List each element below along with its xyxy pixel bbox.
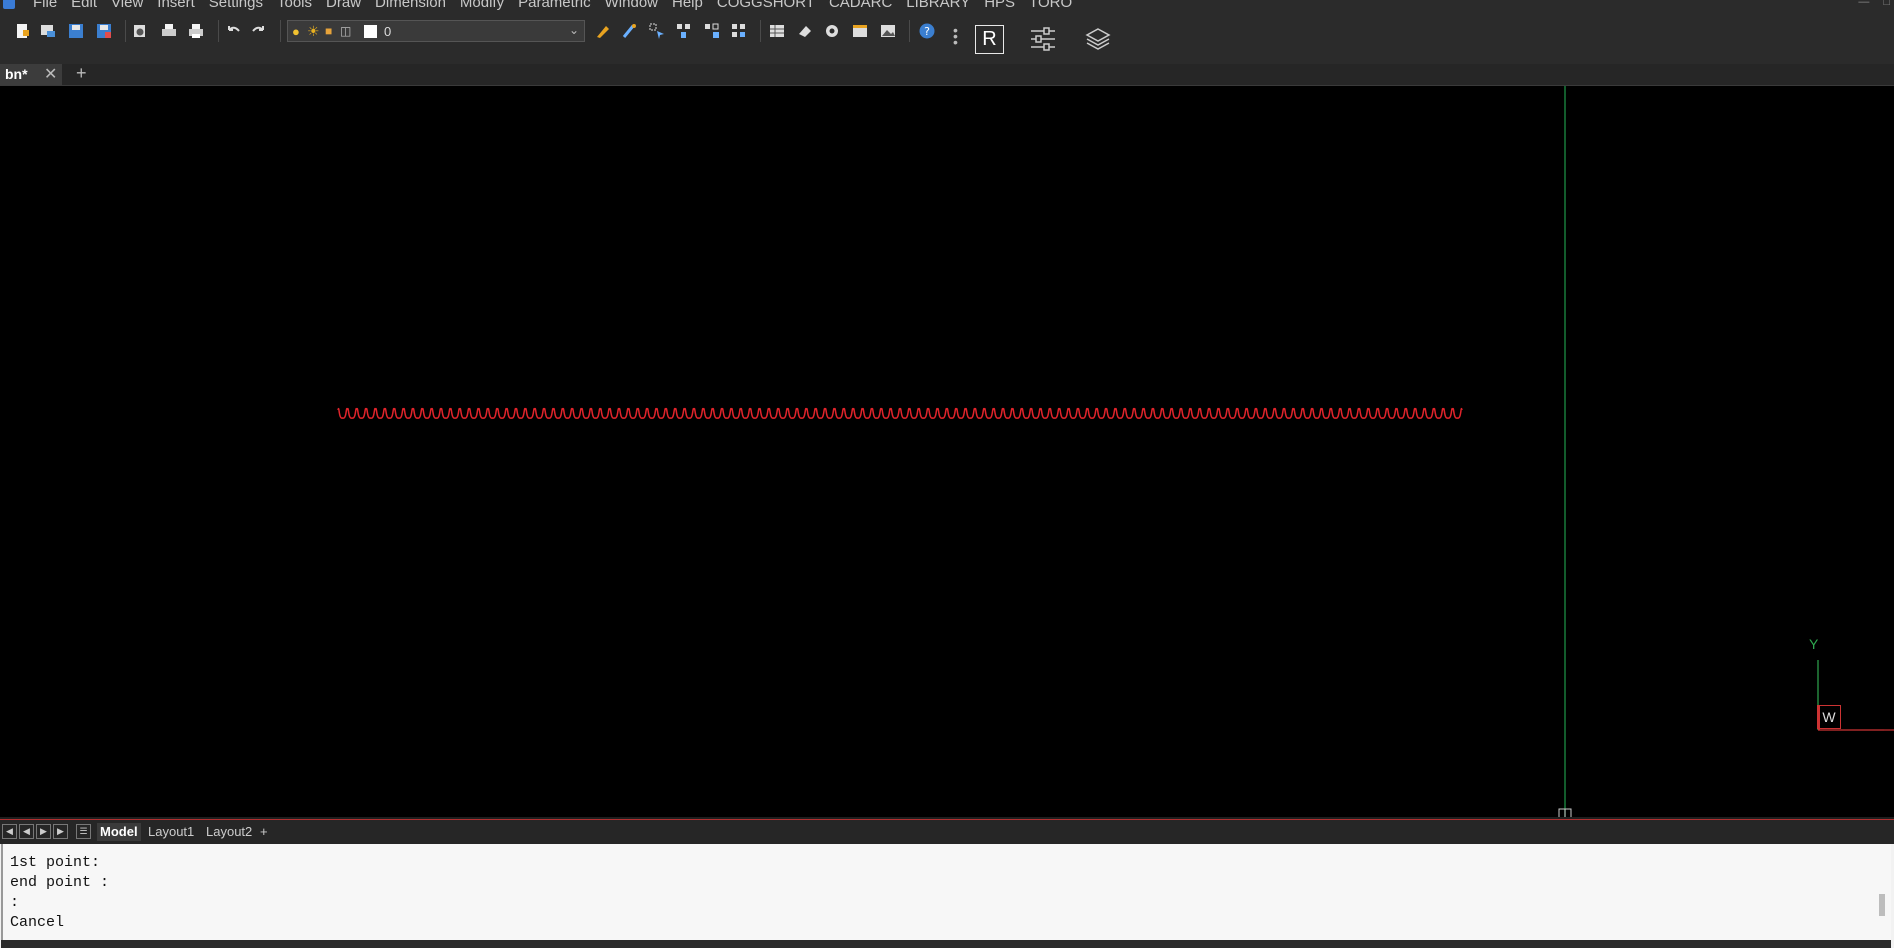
menu-bar: File Edit View Insert Settings Tools Dra… bbox=[0, 0, 1894, 13]
maximize-icon[interactable]: □ bbox=[1883, 0, 1890, 8]
save-as-icon[interactable] bbox=[95, 22, 113, 40]
match-properties-icon[interactable] bbox=[621, 22, 639, 40]
next-layout-icon[interactable]: ▶ bbox=[36, 824, 51, 839]
table-icon[interactable] bbox=[768, 22, 786, 40]
layout-list-icon[interactable]: ☰ bbox=[76, 824, 91, 839]
menu-file[interactable]: File bbox=[26, 0, 64, 11]
ucs-y-label: Y bbox=[1809, 636, 1819, 652]
menu-modify[interactable]: Modify bbox=[453, 0, 511, 11]
tab-layout2[interactable]: Layout2 bbox=[203, 823, 255, 841]
command-panel: ​ 1st point: end point : : Cancel bbox=[0, 844, 1894, 948]
select-all-icon[interactable] bbox=[730, 22, 748, 40]
layer-name: 0 bbox=[384, 24, 392, 39]
menu-items: File Edit View Insert Settings Tools Dra… bbox=[26, 0, 1079, 11]
menu-help[interactable]: Help bbox=[665, 0, 710, 11]
close-icon[interactable]: ✕ bbox=[44, 64, 57, 84]
layer-on-icon[interactable]: ● bbox=[292, 24, 300, 39]
menu-cadarc[interactable]: CADARC bbox=[822, 0, 899, 11]
layer-plot-icon[interactable]: ◫ bbox=[340, 24, 351, 38]
toolbar-separator bbox=[909, 20, 910, 42]
quick-select-icon[interactable] bbox=[648, 22, 666, 40]
wave-polyline[interactable] bbox=[337, 407, 1463, 419]
document-tab[interactable]: bn* ✕ bbox=[0, 64, 62, 85]
minimize-icon[interactable]: — bbox=[1858, 0, 1869, 8]
menu-window[interactable]: Window bbox=[598, 0, 665, 11]
print-preview-icon[interactable] bbox=[131, 22, 149, 40]
help-icon[interactable]: ? bbox=[918, 22, 936, 40]
toolbar-separator bbox=[218, 20, 219, 42]
menu-settings[interactable]: Settings bbox=[202, 0, 270, 11]
menu-insert[interactable]: Insert bbox=[150, 0, 202, 11]
redo-icon[interactable] bbox=[250, 22, 268, 40]
layer-lock-icon[interactable]: ■ bbox=[325, 24, 332, 38]
menu-toro[interactable]: TORO bbox=[1022, 0, 1079, 11]
chevron-down-icon[interactable]: ⌄ bbox=[569, 23, 579, 37]
menu-parametric[interactable]: Parametric bbox=[511, 0, 598, 11]
last-layout-icon[interactable]: ▶ bbox=[53, 824, 68, 839]
ucs-world-label: W bbox=[1817, 705, 1841, 729]
layer-freeze-icon[interactable]: ☀ bbox=[307, 23, 320, 40]
menu-tools[interactable]: Tools bbox=[270, 0, 319, 11]
first-layout-icon[interactable]: ◀ bbox=[2, 824, 17, 839]
layout-tab-bar: ◀ ◀ ▶ ▶ ☰ Model Layout1 Layout2 + bbox=[0, 819, 1894, 844]
command-input[interactable] bbox=[1, 940, 1891, 948]
document-tab-bar: bn* ✕ + bbox=[0, 63, 1894, 86]
svg-text:?: ? bbox=[924, 25, 930, 38]
menu-draw[interactable]: Draw bbox=[319, 0, 368, 11]
layer-dropdown[interactable]: ● ☀ ■ ◫ 0 ⌄ bbox=[287, 20, 585, 42]
command-line-1: 1st point: bbox=[10, 854, 101, 871]
menu-edit[interactable]: Edit bbox=[64, 0, 104, 11]
command-line-2: end point : bbox=[10, 874, 110, 891]
menu-coggshort[interactable]: COGGSHORT bbox=[710, 0, 822, 11]
tab-model[interactable]: Model bbox=[97, 823, 141, 841]
menu-library[interactable]: LIBRARY bbox=[899, 0, 977, 11]
drawing-canvas[interactable]: Y W bbox=[0, 86, 1894, 817]
image-icon[interactable] bbox=[879, 22, 897, 40]
add-layout-button[interactable]: + bbox=[257, 823, 271, 841]
layer-properties-icon[interactable] bbox=[594, 22, 612, 40]
tab-layout1[interactable]: Layout1 bbox=[145, 823, 197, 841]
select-previous-icon[interactable] bbox=[703, 22, 721, 40]
save-icon[interactable] bbox=[67, 22, 85, 40]
plot-icon[interactable] bbox=[187, 22, 205, 40]
open-icon[interactable] bbox=[39, 22, 57, 40]
previous-layout-icon[interactable]: ◀ bbox=[19, 824, 34, 839]
print-icon[interactable] bbox=[160, 22, 178, 40]
toolbar-separator bbox=[760, 20, 761, 42]
layers-icon[interactable] bbox=[1085, 26, 1111, 55]
menu-view[interactable]: View bbox=[104, 0, 150, 11]
select-similar-icon[interactable] bbox=[675, 22, 693, 40]
undo-icon[interactable] bbox=[224, 22, 242, 40]
command-line-3: : bbox=[10, 894, 20, 911]
toolbar-separator bbox=[280, 20, 281, 42]
document-tab-label: bn* bbox=[5, 66, 28, 82]
properties-icon[interactable] bbox=[851, 22, 869, 40]
new-drawing-icon[interactable] bbox=[13, 22, 31, 40]
menu-hps[interactable]: HPS bbox=[977, 0, 1022, 11]
command-history[interactable]: ​ 1st point: end point : : Cancel bbox=[1, 844, 1891, 940]
layer-color-swatch[interactable] bbox=[364, 25, 377, 38]
gear-icon[interactable] bbox=[823, 22, 841, 40]
command-line-4: Cancel bbox=[10, 914, 65, 931]
window-controls: — □ bbox=[1858, 0, 1890, 8]
main-toolbar: ● ☀ ■ ◫ 0 ⌄ ? • • • R bbox=[0, 13, 1894, 64]
app-logo-icon[interactable] bbox=[3, 0, 15, 9]
command-scrollbar[interactable] bbox=[1879, 894, 1885, 916]
r-button[interactable]: R bbox=[975, 25, 1004, 54]
erase-icon[interactable] bbox=[796, 22, 814, 40]
toolbar-separator bbox=[125, 20, 126, 42]
sliders-icon[interactable] bbox=[1029, 26, 1057, 55]
new-tab-button[interactable]: + bbox=[76, 63, 87, 84]
menu-dimension[interactable]: Dimension bbox=[368, 0, 453, 11]
toolbar-grip[interactable]: • • • bbox=[953, 23, 958, 49]
